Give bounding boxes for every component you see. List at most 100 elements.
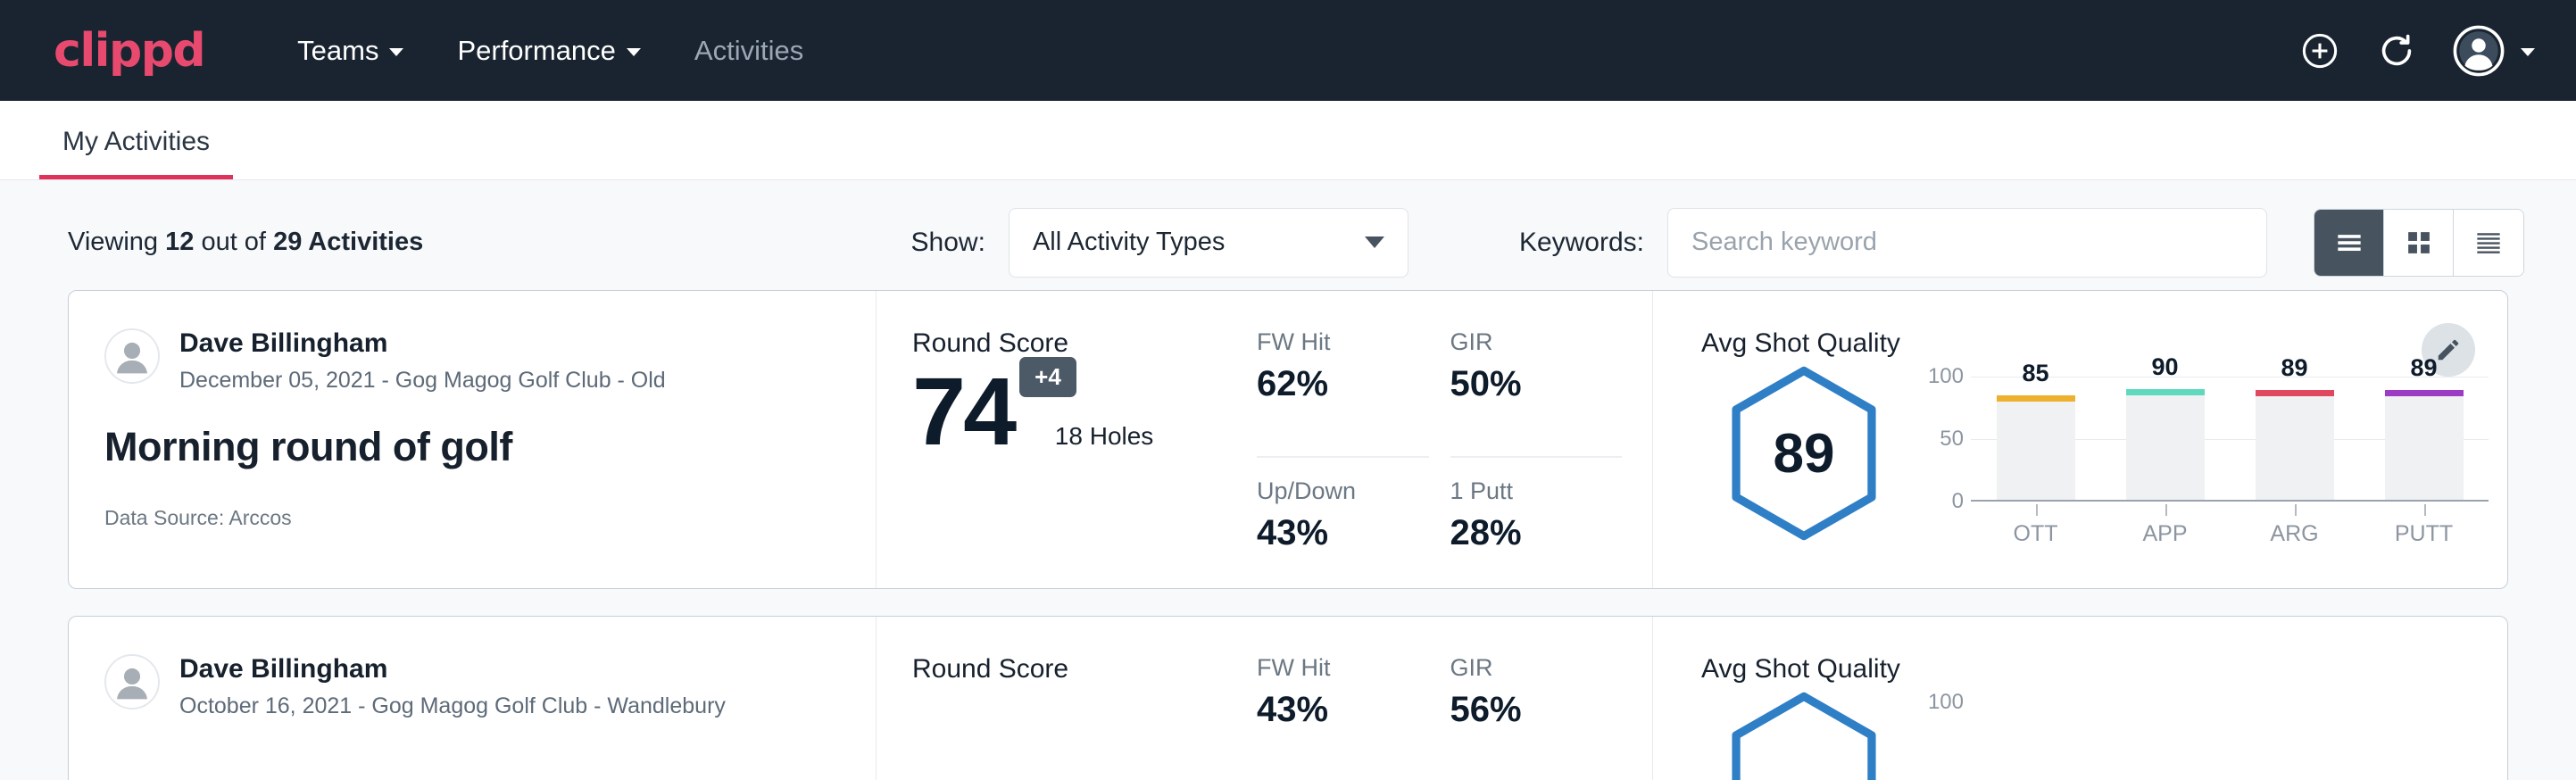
round-stats-grid: FW Hit 62% GIR 50% Up/Down 43% 1 Putt 28…: [1234, 291, 1653, 588]
quality-hexagon-wrap: [1701, 690, 1907, 780]
stat-fw-hit-label: FW Hit: [1257, 654, 1429, 682]
view-mode-compact-button[interactable]: [2454, 210, 2523, 276]
stat-up-down: Up/Down 43%: [1257, 458, 1429, 589]
chart-bars: 94 82: [1971, 702, 2489, 780]
bar-value-putt: 89: [2385, 354, 2464, 382]
stat-up-down-label: Up/Down: [1257, 477, 1429, 505]
activity-title: Morning round of golf: [104, 424, 840, 470]
avg-shot-quality-body: 100 94: [1701, 690, 2507, 780]
x-label-putt-text: PUTT: [2395, 521, 2453, 546]
x-label-arg: ARG: [2256, 521, 2334, 547]
bar-column-putt: 87: [2385, 702, 2464, 780]
viewing-count: 12: [165, 228, 194, 256]
account-menu[interactable]: [2453, 25, 2535, 77]
nav-item-teams-label: Teams: [297, 35, 378, 67]
chart-y-axis: 100 50 0: [1915, 377, 1971, 502]
search-input[interactable]: [1667, 208, 2267, 278]
x-label-app-text: APP: [2142, 521, 2187, 546]
activity-card[interactable]: Dave Billingham December 05, 2021 - Gog …: [68, 290, 2508, 589]
x-label-ott-text: OTT: [2014, 521, 2058, 546]
round-score-label: Round Score: [912, 654, 1234, 685]
keywords-label: Keywords:: [1519, 228, 1644, 258]
shot-quality-chart: 100 50 0: [1907, 364, 2507, 547]
stat-fw-hit-value: 62%: [1257, 364, 1429, 404]
show-label: Show:: [911, 228, 985, 258]
bar-column-ott: 94: [1997, 702, 2075, 780]
view-mode-list-button[interactable]: [2314, 210, 2384, 276]
bar-value-arg: 89: [2256, 354, 2334, 382]
avg-shot-quality-section: Avg Shot Quality 89 100: [1653, 291, 2507, 588]
quality-hexagon-wrap: 89: [1701, 364, 1907, 543]
stat-gir-value: 56%: [1450, 690, 1623, 730]
score-differential-badge: +4: [1019, 357, 1076, 397]
bar-cap-putt: [2385, 390, 2464, 396]
bar-ott: 85: [1997, 395, 2075, 500]
bar-column-app: 90: [2126, 377, 2205, 500]
x-tick: [2165, 504, 2167, 516]
list-view-icon: [2332, 226, 2366, 260]
nav-item-teams[interactable]: Teams: [270, 26, 430, 76]
plus-circle-icon[interactable]: [2299, 30, 2340, 71]
bar-column-ott: 85: [1997, 377, 2075, 500]
nav-item-performance[interactable]: Performance: [430, 26, 667, 76]
activity-card-list: Dave Billingham December 05, 2021 - Gog …: [0, 290, 2576, 780]
keyword-filter: Keywords:: [1464, 208, 2267, 278]
x-labels-plot: OTT APP ARG PUTT: [1971, 502, 2489, 547]
nav-actions: [2299, 25, 2535, 77]
stat-fw-hit: FW Hit 43%: [1257, 654, 1429, 780]
player-name: Dave Billingham: [179, 328, 666, 360]
round-score-value: 74: [912, 366, 1014, 458]
view-mode-toggle-group: [2314, 209, 2524, 277]
refresh-icon[interactable]: [2376, 30, 2417, 71]
quality-hexagon: 89: [1719, 364, 1889, 543]
stat-up-down-value: 43%: [1257, 513, 1429, 553]
avatar: [104, 328, 160, 384]
activity-card[interactable]: Dave Billingham October 16, 2021 - Gog M…: [68, 616, 2508, 780]
person-avatar-icon: [106, 330, 158, 382]
stat-one-putt: 1 Putt 28%: [1450, 458, 1623, 589]
stat-one-putt-value: 28%: [1450, 513, 1623, 553]
stat-fw-hit-value: 43%: [1257, 690, 1429, 730]
shot-quality-chart: 100 94: [1907, 690, 2507, 780]
activity-type-select[interactable]: All Activity Types: [1009, 208, 1408, 278]
tab-my-activities[interactable]: My Activities: [39, 127, 233, 179]
x-label-putt: PUTT: [2385, 521, 2464, 547]
player-identity: Dave Billingham October 16, 2021 - Gog M…: [104, 654, 840, 719]
viewing-count-text: Viewing 12 out of 29 Activities: [68, 228, 423, 257]
y-tick-100: 100: [1928, 690, 1964, 715]
x-tick: [2036, 504, 2038, 516]
x-label-app: APP: [2126, 521, 2205, 547]
bar-cap-ott: [1997, 395, 2075, 402]
stat-one-putt-label: 1 Putt: [1450, 477, 1623, 505]
bar-cap-arg: [2256, 390, 2334, 396]
stat-gir-label: GIR: [1450, 654, 1623, 682]
bar-arg: 89: [2256, 390, 2334, 500]
player-name: Dave Billingham: [179, 654, 726, 685]
page-tab-bar: My Activities: [0, 101, 2576, 180]
filter-controls: Show: All Activity Types Keywords:: [911, 208, 2524, 278]
round-stats-grid: FW Hit 43% GIR 56%: [1234, 617, 1653, 780]
brand-logo[interactable]: clippd: [54, 24, 204, 78]
bar-value-ott: 85: [1997, 360, 2075, 387]
holes-played: 18 Holes: [1055, 422, 1154, 458]
view-mode-grid-button[interactable]: [2384, 210, 2454, 276]
x-tick: [2295, 504, 2297, 516]
y-tick-100: 100: [1928, 364, 1964, 389]
tab-my-activities-label: My Activities: [62, 127, 210, 156]
x-tick: [2424, 504, 2426, 516]
chart-plot-area: 94 82: [1971, 702, 2489, 780]
bar-column-app: 82: [2126, 702, 2205, 780]
x-label-arg-text: ARG: [2270, 521, 2318, 546]
avg-shot-quality-body: 89 100 50 0: [1701, 364, 2507, 547]
avg-shot-quality-score: 89: [1774, 422, 1835, 485]
chart-y-axis: 100: [1915, 702, 1971, 780]
viewing-total: 29 Activities: [273, 228, 423, 256]
stat-gir: GIR 56%: [1450, 654, 1623, 780]
nav-item-performance-label: Performance: [457, 35, 615, 67]
stat-gir-label: GIR: [1450, 328, 1623, 356]
chevron-down-icon: [389, 48, 403, 56]
grid-view-icon: [2402, 226, 2436, 260]
nav-item-activities[interactable]: Activities: [668, 26, 830, 76]
stat-gir-value: 50%: [1450, 364, 1623, 404]
chart-plot-area: 85 90: [1971, 377, 2489, 502]
